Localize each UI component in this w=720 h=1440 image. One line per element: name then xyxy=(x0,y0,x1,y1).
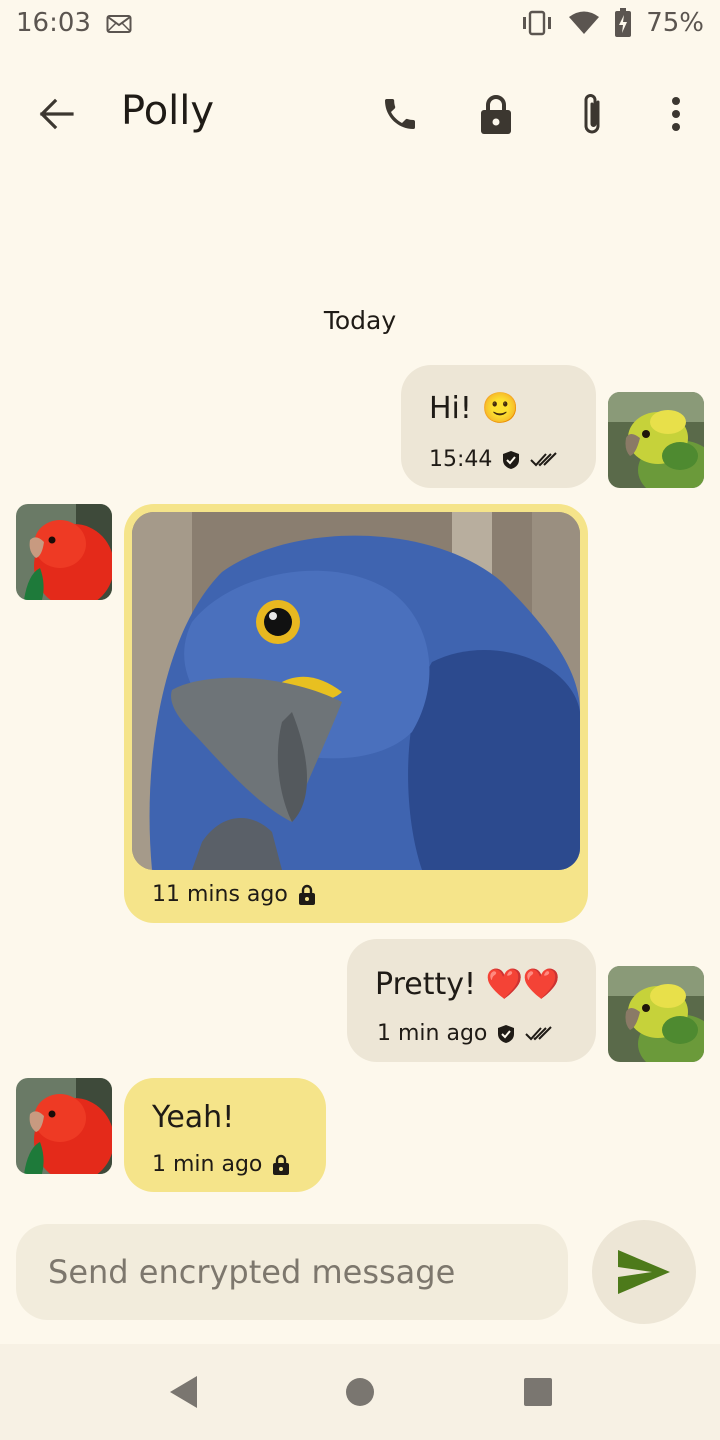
contact-name[interactable]: Polly xyxy=(121,88,214,134)
double-check-icon xyxy=(530,451,558,466)
nav-back-icon xyxy=(170,1376,197,1408)
green-parrot-avatar xyxy=(608,392,704,488)
message-meta: 15:44 xyxy=(429,447,560,472)
message-meta: 11 mins ago xyxy=(152,882,316,907)
message-bubble-incoming[interactable]: Yeah! 1 min ago xyxy=(124,1078,326,1192)
shield-check-icon xyxy=(503,450,520,469)
nav-home-icon xyxy=(346,1378,374,1406)
send-icon xyxy=(618,1250,670,1294)
message-meta: 1 min ago xyxy=(377,1021,555,1046)
status-icons: 75% xyxy=(520,8,704,38)
vibrate-icon xyxy=(523,10,552,36)
battery-charging-icon xyxy=(615,8,632,37)
message-image[interactable] xyxy=(132,512,580,870)
message-input[interactable] xyxy=(16,1224,568,1320)
encryption-button[interactable] xyxy=(468,86,524,142)
battery-percent: 75% xyxy=(646,8,704,38)
double-check-icon xyxy=(525,1025,553,1040)
avatar-self[interactable] xyxy=(608,966,704,1062)
wifi-icon xyxy=(569,11,600,34)
shield-check-icon xyxy=(498,1024,515,1043)
call-button[interactable] xyxy=(372,86,428,142)
nav-recents-button[interactable] xyxy=(510,1364,566,1420)
blue-parrot-photo xyxy=(132,512,580,870)
message-meta: 1 min ago xyxy=(152,1152,290,1177)
back-arrow-icon xyxy=(39,98,74,130)
message-time: 1 min ago xyxy=(152,1152,263,1177)
red-parrot-avatar xyxy=(16,1078,112,1174)
message-bubble-outgoing[interactable]: Hi! 🙂 15:44 xyxy=(401,365,596,488)
message-bubble-outgoing[interactable]: Pretty! ❤️❤️ 1 min ago xyxy=(347,939,596,1062)
nav-back-button[interactable] xyxy=(156,1364,212,1420)
message-time: 15:44 xyxy=(429,447,493,472)
green-parrot-avatar xyxy=(608,966,704,1062)
avatar-contact[interactable] xyxy=(16,1078,112,1174)
nav-recents-icon xyxy=(524,1378,552,1406)
more-options-button[interactable] xyxy=(652,86,700,142)
message-text: Hi! 🙂 xyxy=(429,391,519,426)
send-button[interactable] xyxy=(592,1220,696,1324)
avatar-self[interactable] xyxy=(608,392,704,488)
mail-icon xyxy=(106,15,132,33)
attach-button[interactable] xyxy=(564,86,620,142)
back-button[interactable] xyxy=(28,86,84,142)
message-composer[interactable] xyxy=(16,1224,568,1320)
status-time: 16:03 xyxy=(16,8,91,38)
date-separator: Today xyxy=(323,306,397,335)
attachment-icon xyxy=(584,94,600,134)
lock-icon xyxy=(298,884,315,905)
phone-icon xyxy=(385,99,415,129)
red-parrot-avatar xyxy=(16,504,112,600)
lock-icon xyxy=(273,1154,290,1175)
avatar-contact[interactable] xyxy=(16,504,112,600)
nav-home-button[interactable] xyxy=(332,1364,388,1420)
more-vert-icon xyxy=(672,97,680,131)
message-bubble-incoming-image[interactable]: 11 mins ago xyxy=(124,504,588,923)
message-time: 1 min ago xyxy=(377,1021,488,1046)
message-text: Yeah! xyxy=(152,1100,235,1135)
message-text: Pretty! ❤️❤️ xyxy=(375,967,561,1002)
message-time: 11 mins ago xyxy=(152,882,288,907)
system-nav-bar xyxy=(0,1344,720,1440)
lock-icon xyxy=(481,95,511,134)
